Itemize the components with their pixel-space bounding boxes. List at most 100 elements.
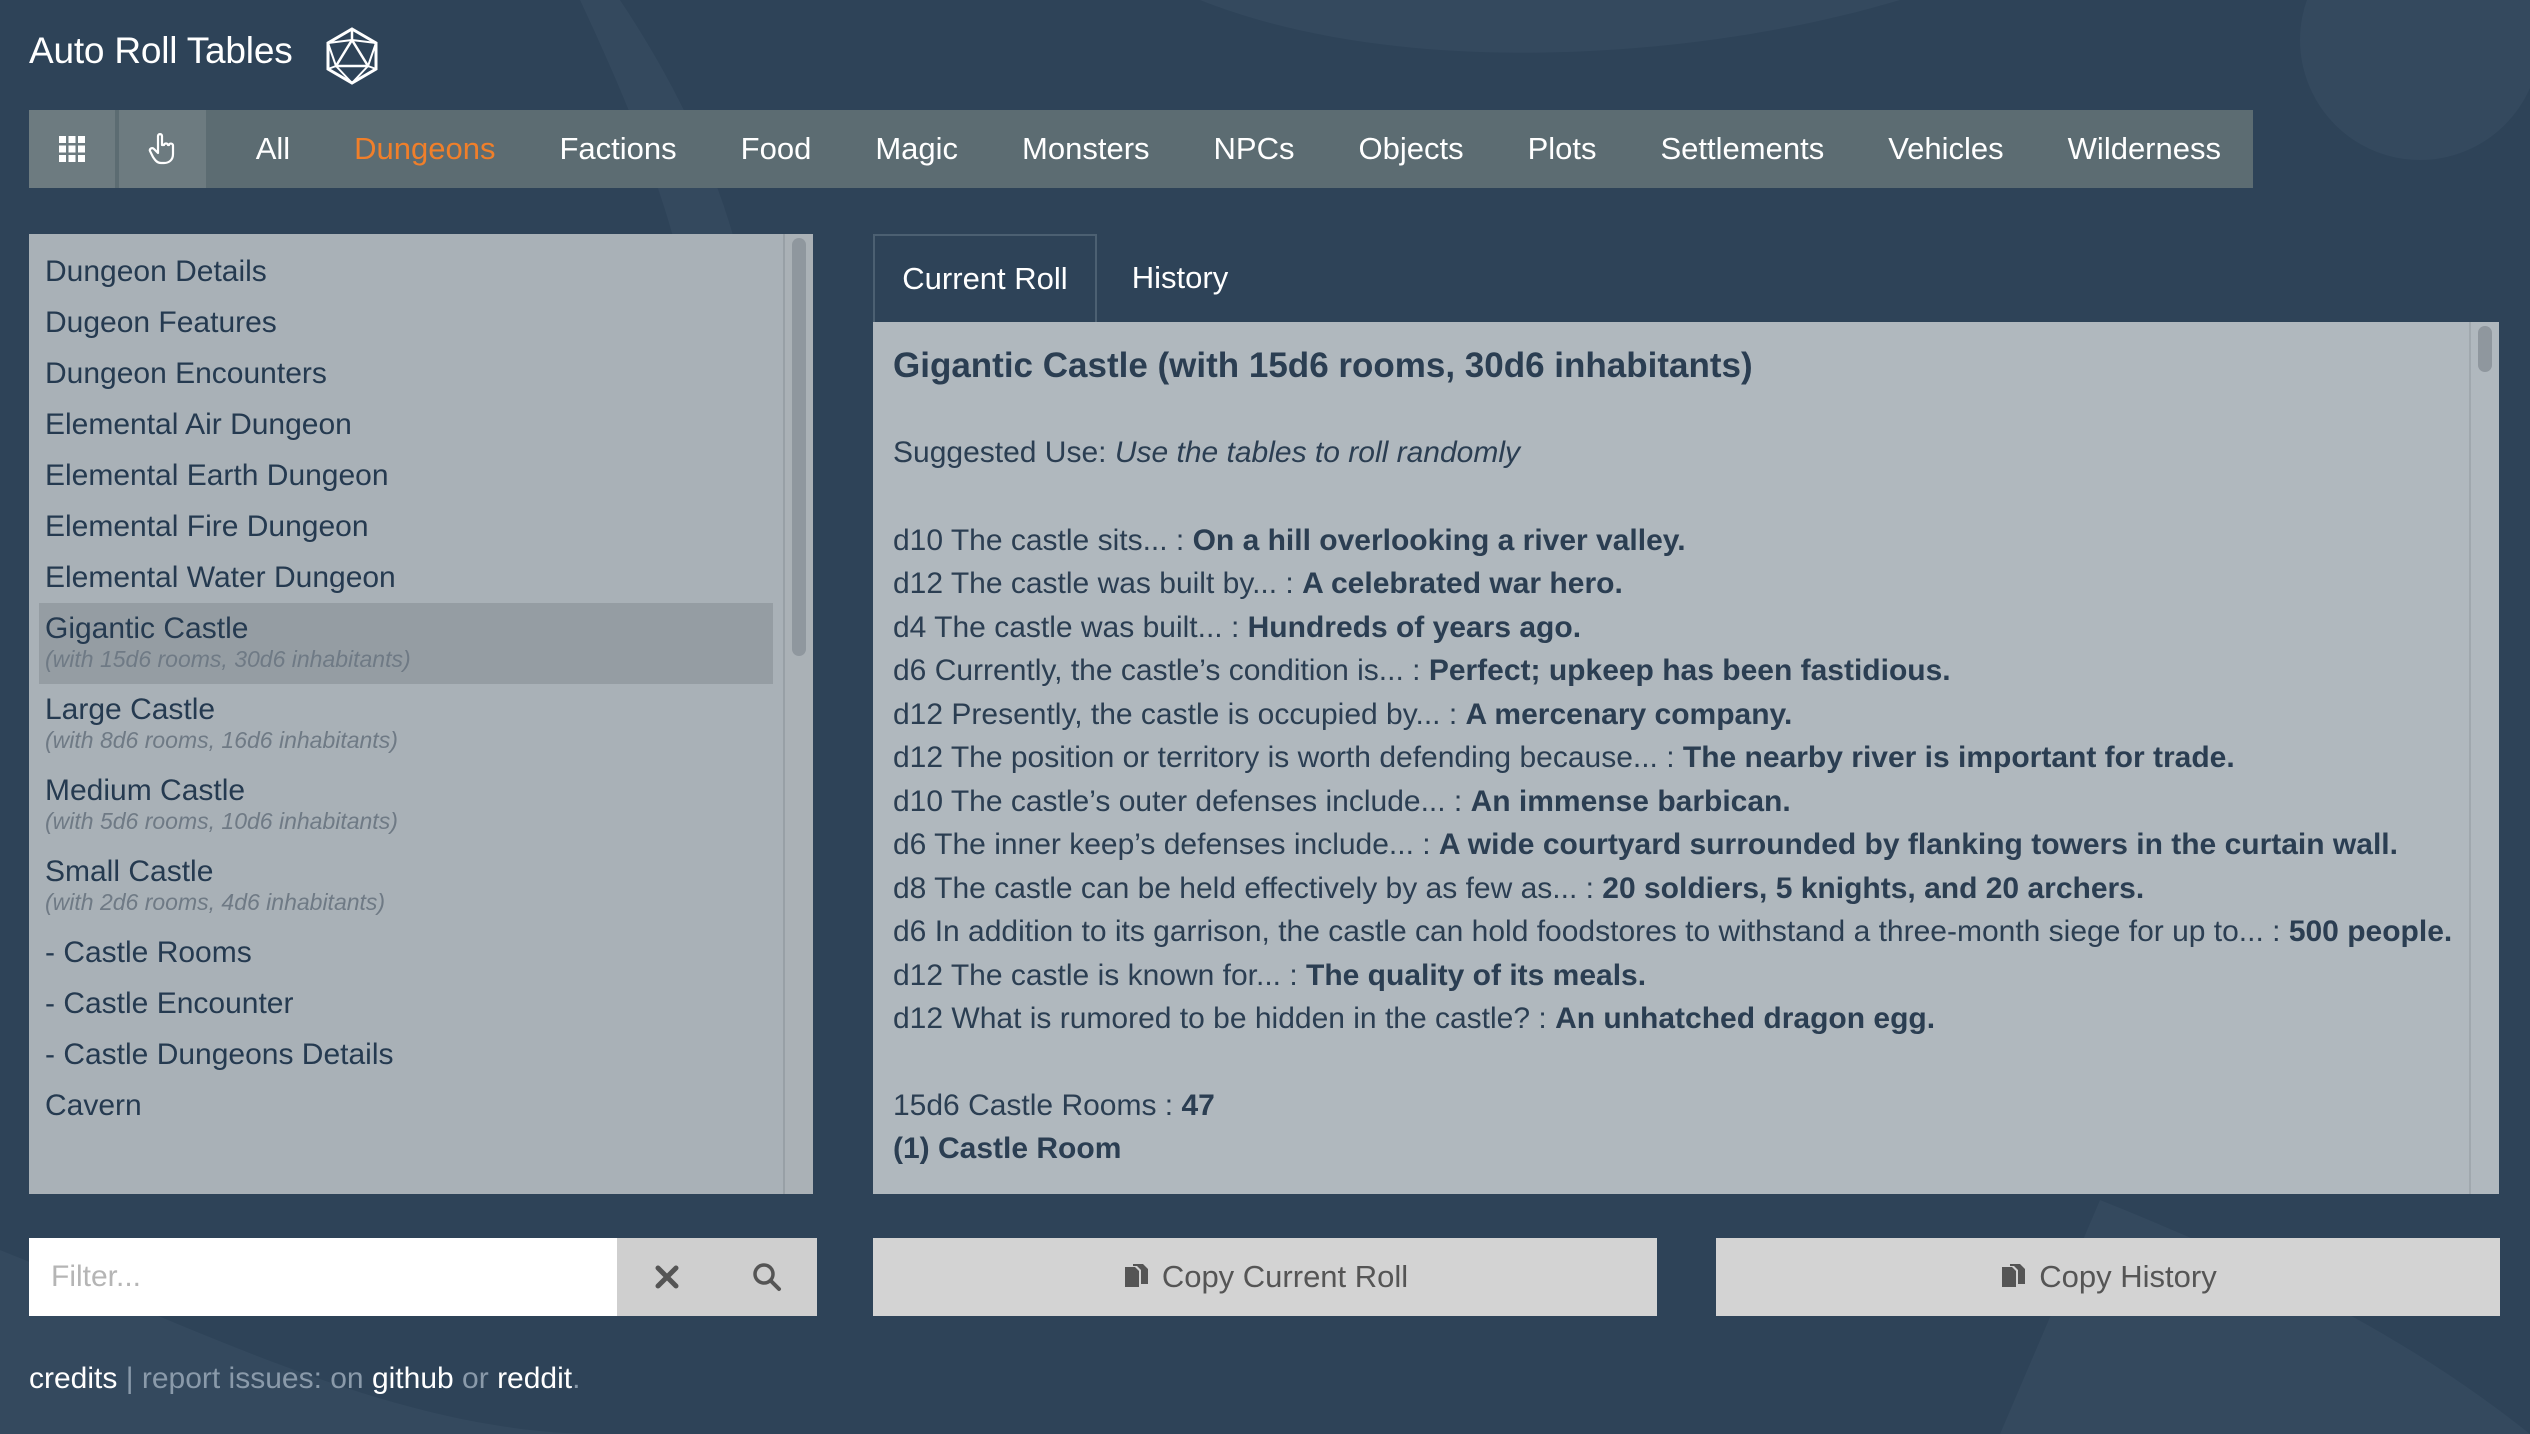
copy-current-roll-button[interactable]: Copy Current Roll [873,1238,1657,1316]
list-item[interactable]: Dungeon Details [39,246,773,297]
pointer-hand-icon [148,133,174,165]
footer-period: . [572,1362,581,1395]
list-item[interactable]: Elemental Air Dungeon [39,399,773,450]
list-item-subtitle: (with 15d6 rooms, 30d6 inhabitants) [45,646,411,672]
footer-or-text: or [453,1362,498,1395]
list-item-label: - Castle Rooms [45,936,252,969]
suggested-use-label: Suggested Use: [893,436,1115,469]
roll-answer: A mercenary company. [1465,697,1793,731]
list-item-label: Cavern [45,1089,142,1122]
search-button[interactable] [717,1238,817,1316]
copy-history-button[interactable]: Copy History [1716,1238,2500,1316]
list-item[interactable]: Dungeon Encounters [39,348,773,399]
list-scrollbar[interactable] [783,234,813,1194]
footer-separator: | [117,1362,142,1395]
nav-item-dungeons[interactable]: Dungeons [322,110,527,188]
copy-current-roll-label: Copy Current Roll [1161,1259,1409,1294]
nav-item-vehicles[interactable]: Vehicles [1856,110,2035,188]
roll-question: d4 The castle was built... : [893,610,1248,644]
list-item[interactable]: Elemental Earth Dungeon [39,450,773,501]
pointer-hand-button[interactable] [119,110,206,188]
nav-item-plots[interactable]: Plots [1496,110,1629,188]
copy-files-icon [2002,1264,2026,1287]
roll-question: d12 What is rumored to be hidden in the … [893,1002,1556,1035]
tab-current-roll[interactable]: Current Roll [873,234,1097,322]
search-icon [753,1263,781,1291]
grid-view-button[interactable] [29,110,116,188]
nav-item-objects[interactable]: Objects [1326,110,1495,188]
reddit-link[interactable]: reddit [497,1362,572,1395]
list-item-label: Elemental Earth Dungeon [45,459,389,492]
roll-answer: An unhatched dragon egg. [1555,1002,1936,1035]
table-list[interactable]: Dungeon Details Dugeon Features Dungeon En… [29,234,813,1194]
list-item[interactable]: Cavern [39,1080,773,1131]
list-item-label: Elemental Fire Dungeon [45,510,369,543]
content-scrollbar-thumb[interactable] [2478,326,2492,372]
roll-result-row: d10 The castle’s outer defenses include.… [893,780,2453,824]
roll-question: d12 The position or territory is worth d… [893,741,1683,774]
list-item[interactable]: Dugeon Features [39,297,773,348]
roll-answer: Hundreds of years ago. [1247,610,1582,644]
roll-answer: An immense barbican. [1470,784,1791,818]
roll-question: d8 The castle can be held effectively by… [893,871,1603,905]
roll-output-panel: Gigantic Castle (with 15d6 rooms, 30d6 i… [873,322,2499,1194]
list-item[interactable]: Gigantic Castle (with 15d6 rooms, 30d6 in… [39,603,773,684]
suggested-use-value: Use the tables to roll randomly [1114,436,1521,469]
roll-question: d10 The castle sits... : [893,523,1193,557]
suggested-use: Suggested Use: Use the tables to roll ra… [893,431,2453,475]
nav-item-magic[interactable]: Magic [843,110,990,188]
d20-icon [326,27,378,85]
list-item-subtitle: (with 5d6 rooms, 10d6 inhabitants) [45,808,398,834]
list-item[interactable]: Medium Castle (with 5d6 rooms, 10d6 inhab… [39,765,773,846]
roll-answer: Perfect; upkeep has been fastidious. [1428,654,1951,687]
copy-history-label: Copy History [2039,1259,2217,1294]
roll-answer: 500 people. [2288,915,2453,948]
clear-filter-button[interactable] [617,1238,717,1316]
list-item[interactable]: Elemental Water Dungeon [39,552,773,603]
roll-result-row: d12 The castle was built by... : A celeb… [893,562,2453,606]
app-title: Auto Roll Tables [29,30,293,71]
tab-history[interactable]: History [1097,234,1263,322]
roll-question: d6 Currently, the castle’s condition is.… [893,654,1429,687]
roll-question: d10 The castle’s outer defenses include.… [893,784,1471,818]
roll-question: d12 The castle was built by... : [893,567,1303,600]
list-scrollbar-thumb[interactable] [792,238,806,656]
nav-item-all[interactable]: All [224,110,322,188]
list-item-subtitle: (with 2d6 rooms, 4d6 inhabitants) [45,889,386,915]
nav-item-npcs[interactable]: NPCs [1182,110,1327,188]
content-scrollbar[interactable] [2469,322,2499,1194]
list-item-label: Dugeon Features [45,306,277,339]
category-nav: All Dungeons Factions Food Magic Monsters NPCs… [29,110,2253,188]
nav-item-wilderness[interactable]: Wilderness [2036,110,2253,188]
roll-answer: On a hill overlooking a river valley. [1192,523,1686,557]
roll-result-row: d6 The inner keep’s defenses include... … [893,823,2453,867]
nav-item-monsters[interactable]: Monsters [990,110,1181,188]
filter-input[interactable] [29,1238,617,1316]
roll-question: d12 Presently, the castle is occupied by… [893,697,1466,731]
copy-files-icon [1124,1264,1148,1287]
close-icon [655,1265,679,1289]
roll-result-row: d6 In addition to its garrison, the cast… [893,910,2453,954]
rooms-result: 15d6 Castle Rooms : 47 [893,1084,2453,1128]
list-item[interactable]: Large Castle (with 8d6 rooms, 16d6 inhabi… [39,684,773,765]
roll-result-row: d10 The castle sits... : On a hill overl… [893,519,2453,563]
list-item-label: Elemental Air Dungeon [45,408,352,441]
credits-link[interactable]: credits [29,1362,117,1395]
list-item[interactable]: - Castle Encounter [39,978,773,1029]
list-item[interactable]: Small Castle (with 2d6 rooms, 4d6 inhabit… [39,846,773,927]
roll-result-row: d12 Presently, the castle is occupied by… [893,693,2453,737]
list-item-label: Elemental Water Dungeon [45,561,396,594]
roll-answer: A wide courtyard surrounded by flanking … [1438,828,2398,861]
report-issues-text: report issues: on [141,1362,372,1395]
github-link[interactable]: github [372,1362,454,1395]
list-item[interactable]: Elemental Fire Dungeon [39,501,773,552]
roll-title: Gigantic Castle (with 15d6 rooms, 30d6 i… [893,346,1753,385]
list-item-subtitle: (with 8d6 rooms, 16d6 inhabitants) [45,727,398,753]
nav-item-factions[interactable]: Factions [527,110,708,188]
list-item[interactable]: - Castle Dungeons Details [39,1029,773,1080]
nav-item-settlements[interactable]: Settlements [1629,110,1857,188]
roll-result-row: d12 The position or territory is worth d… [893,736,2453,780]
list-item[interactable]: - Castle Rooms [39,927,773,978]
roll-result-row: d12 What is rumored to be hidden in the … [893,997,2453,1041]
nav-item-food[interactable]: Food [709,110,844,188]
